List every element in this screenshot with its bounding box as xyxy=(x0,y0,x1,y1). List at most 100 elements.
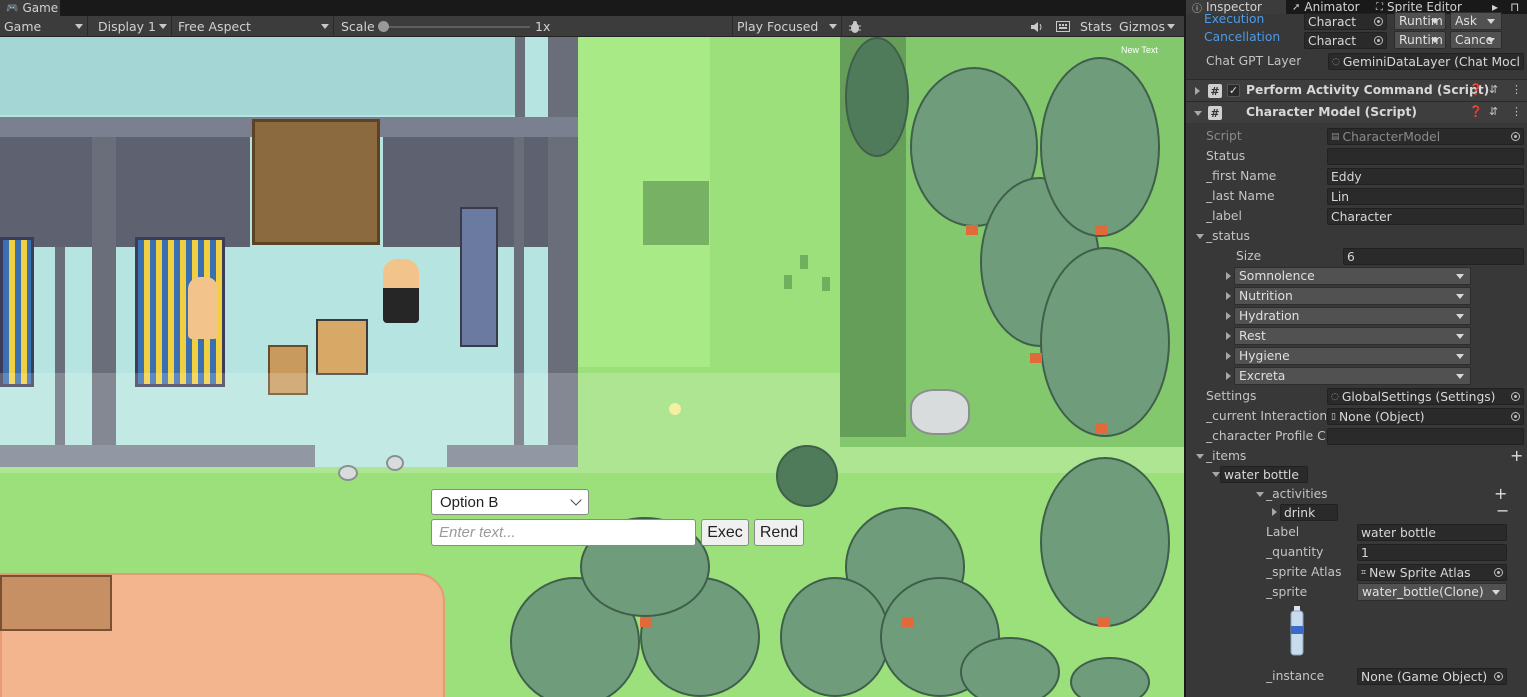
script-label: Script xyxy=(1206,129,1242,143)
aspect-dropdown[interactable]: Free Aspect xyxy=(174,16,334,37)
status-item-row[interactable]: Rest xyxy=(1186,326,1527,346)
play-mode-dropdown[interactable]: Play Focused xyxy=(732,16,842,37)
kebab-menu-icon[interactable]: ⋮ xyxy=(1511,105,1522,118)
status-item-dropdown[interactable]: Nutrition xyxy=(1234,287,1471,305)
character-profile-field[interactable] xyxy=(1327,428,1524,445)
status-item-dropdown[interactable]: Somnolence xyxy=(1234,267,1471,285)
scale-slider-track[interactable] xyxy=(382,26,530,28)
object-picker-icon[interactable] xyxy=(1511,392,1520,401)
chevron-down-icon[interactable] xyxy=(1196,454,1204,459)
object-picker-icon[interactable] xyxy=(1494,672,1503,681)
settings-label: Settings xyxy=(1206,389,1257,403)
rock xyxy=(910,389,970,435)
status-item-dropdown[interactable]: Rest xyxy=(1234,327,1471,345)
tab-game[interactable]: 🎮 Game xyxy=(0,0,60,16)
item-entry-field[interactable]: water bottle xyxy=(1220,466,1308,483)
chevron-right-icon[interactable] xyxy=(1226,292,1231,300)
chevron-down-icon[interactable] xyxy=(1194,111,1202,116)
scale-slider-thumb[interactable] xyxy=(378,21,389,32)
execution-runtime-dropdown[interactable]: Runtim xyxy=(1394,12,1446,30)
chevron-down-icon xyxy=(1492,590,1500,595)
add-item-icon[interactable]: + xyxy=(1510,448,1523,464)
chevron-right-icon[interactable] xyxy=(1226,372,1231,380)
object-picker-icon[interactable] xyxy=(1494,568,1503,577)
gizmos-button[interactable]: Gizmos xyxy=(1119,16,1165,37)
object-picker-icon[interactable] xyxy=(1511,412,1520,421)
status-item-row[interactable]: Hydration xyxy=(1186,306,1527,326)
status-item-row[interactable]: Somnolence xyxy=(1186,266,1527,286)
status-list-row[interactable]: _status xyxy=(1186,226,1527,246)
status-item-dropdown[interactable]: Excreta xyxy=(1234,367,1471,385)
rend-button[interactable]: Rend xyxy=(754,519,804,546)
settings-field[interactable]: ◌ GlobalSettings (Settings) xyxy=(1327,388,1524,405)
status-item-row[interactable]: Hygiene xyxy=(1186,346,1527,366)
presets-icon[interactable]: ⇵ xyxy=(1489,83,1498,96)
tree xyxy=(1070,657,1150,697)
add-activity-icon[interactable]: + xyxy=(1494,486,1507,502)
execution-value-dropdown[interactable]: Ask xyxy=(1450,12,1502,30)
keyboard-icon[interactable] xyxy=(1056,16,1070,37)
game-viewport[interactable]: New Text xyxy=(0,37,1184,697)
stats-button[interactable]: Stats xyxy=(1080,16,1112,37)
help-icon[interactable]: ❓ xyxy=(1469,105,1483,118)
presets-icon[interactable]: ⇵ xyxy=(1489,105,1498,118)
activities-row[interactable]: _activities + xyxy=(1186,484,1527,504)
quantity-label: _quantity xyxy=(1266,545,1324,559)
chevron-down-icon[interactable] xyxy=(1212,472,1220,477)
quantity-field[interactable]: 1 xyxy=(1357,544,1507,561)
perform-activity-command-header[interactable]: # ✓ Perform Activity Command (Script) ❓ … xyxy=(1186,79,1527,101)
component-enabled-checkbox[interactable]: ✓ xyxy=(1227,84,1240,97)
activity-entry-field[interactable]: drink xyxy=(1280,504,1338,521)
cancellation-object-field[interactable]: Charact xyxy=(1304,32,1387,49)
object-picker-icon[interactable] xyxy=(1374,17,1383,26)
current-interaction-field[interactable]: ▯ None (Object) xyxy=(1327,408,1524,425)
remove-activity-icon[interactable]: − xyxy=(1496,503,1509,519)
label-field[interactable]: Character xyxy=(1327,208,1524,225)
status-item-row[interactable]: Excreta xyxy=(1186,366,1527,386)
cancellation-runtime-dropdown[interactable]: Runtim xyxy=(1394,31,1446,49)
option-dropdown[interactable]: Option B xyxy=(431,489,589,515)
audio-mute-icon[interactable] xyxy=(1030,16,1044,37)
chevron-down-icon xyxy=(1456,294,1464,299)
activity-entry-row[interactable]: drink − xyxy=(1186,502,1527,522)
size-field[interactable]: 6 xyxy=(1343,248,1524,265)
items-list-row[interactable]: _items + xyxy=(1186,446,1527,466)
chevron-right-icon[interactable] xyxy=(1226,312,1231,320)
chevron-right-icon[interactable] xyxy=(1226,272,1231,280)
character-model-header[interactable]: # Character Model (Script) ❓ ⇵ ⋮ xyxy=(1186,101,1527,123)
chevron-down-icon[interactable] xyxy=(1196,234,1204,239)
chevron-right-icon[interactable] xyxy=(1226,352,1231,360)
game-mode-dropdown[interactable]: Game xyxy=(0,16,88,37)
chevron-right-icon[interactable] xyxy=(1272,508,1277,516)
instance-field[interactable]: None (Game Object) xyxy=(1357,668,1507,685)
chevron-down-icon xyxy=(829,24,837,29)
status-item-dropdown[interactable]: Hydration xyxy=(1234,307,1471,325)
first-name-field[interactable]: Eddy xyxy=(1327,168,1524,185)
status-item-label: Hydration xyxy=(1239,309,1300,323)
status-item-row[interactable]: Nutrition xyxy=(1186,286,1527,306)
cancellation-value-dropdown[interactable]: Cance xyxy=(1450,31,1502,49)
sprite-atlas-field[interactable]: ⌗ New Sprite Atlas xyxy=(1357,564,1507,581)
exec-button[interactable]: Exec xyxy=(701,519,749,546)
chevron-down-icon[interactable] xyxy=(1256,492,1264,497)
bug-icon[interactable] xyxy=(848,16,862,37)
activities-label: _activities xyxy=(1266,487,1328,501)
help-icon[interactable]: ❓ xyxy=(1469,83,1483,96)
status-field[interactable] xyxy=(1327,148,1524,165)
display-dropdown[interactable]: Display 1 xyxy=(94,16,172,37)
kebab-menu-icon[interactable]: ⋮ xyxy=(1511,83,1522,96)
item-entry-row[interactable]: water bottle xyxy=(1186,464,1527,484)
character-profile-row: _character Profile Cor xyxy=(1186,426,1527,446)
sprite-dropdown[interactable]: water_bottle(Clone) xyxy=(1357,583,1507,601)
chat-gpt-layer-field[interactable]: ◌ GeminiDataLayer (Chat Mocl xyxy=(1328,53,1524,70)
last-name-field[interactable]: Lin xyxy=(1327,188,1524,205)
chevron-right-icon[interactable] xyxy=(1195,87,1200,95)
status-item-dropdown[interactable]: Hygiene xyxy=(1234,347,1471,365)
gizmos-dropdown-arrow[interactable] xyxy=(1167,16,1175,37)
item-label-field[interactable]: water bottle xyxy=(1357,524,1507,541)
execution-object-field[interactable]: Charact xyxy=(1304,13,1387,30)
command-text-input[interactable] xyxy=(431,519,696,546)
chevron-right-icon[interactable] xyxy=(1226,332,1231,340)
field-value: None (Game Object) xyxy=(1361,669,1488,684)
object-picker-icon[interactable] xyxy=(1374,36,1383,45)
